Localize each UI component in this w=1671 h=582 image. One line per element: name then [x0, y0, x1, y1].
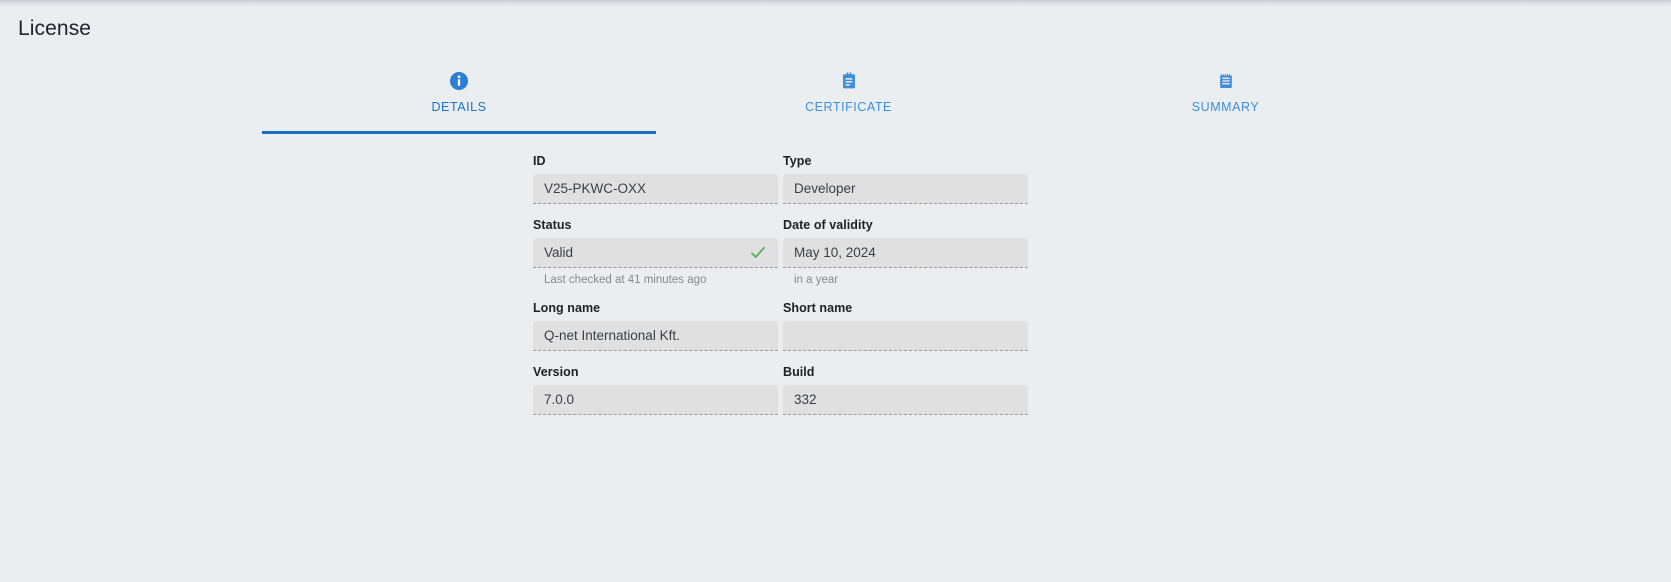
field-long-name: Long name Q-net International Kft. [533, 301, 778, 365]
field-status-help: Last checked at 41 minutes ago [544, 274, 707, 286]
check-icon [749, 244, 767, 262]
field-short-name-label: Short name [783, 301, 853, 315]
field-date-of-validity-label: Date of validity [783, 218, 873, 232]
field-short-name-input[interactable] [783, 321, 1028, 351]
active-tab-indicator [262, 131, 656, 134]
field-build-value: 332 [794, 392, 817, 407]
field-long-name-label: Long name [533, 301, 601, 315]
field-version-input[interactable]: 7.0.0 [533, 385, 778, 415]
page-title: License [18, 17, 92, 40]
field-status: Status Valid Last checked at 41 minutes … [533, 218, 778, 301]
field-version-value: 7.0.0 [544, 392, 575, 407]
field-id: ID V25-PKWC-OXX [533, 154, 778, 218]
field-type: Type Developer [783, 154, 1028, 218]
field-build-input[interactable]: 332 [783, 385, 1028, 415]
field-build: Build 332 [783, 365, 1028, 429]
field-id-value: V25-PKWC-OXX [544, 181, 647, 196]
note-list-icon [1216, 70, 1236, 92]
tab-summary-label: SUMMARY [1191, 100, 1260, 114]
tab-details-label: DETAILS [431, 100, 487, 114]
field-version: Version 7.0.0 [533, 365, 778, 429]
field-type-label: Type [783, 154, 812, 168]
form-row-names: Long name Q-net International Kft. Short… [533, 301, 1133, 365]
tab-certificate[interactable]: CERTIFICATE [656, 62, 1041, 134]
field-status-label: Status [533, 218, 572, 232]
field-date-of-validity-input[interactable]: May 10, 2024 [783, 238, 1028, 268]
field-version-label: Version [533, 365, 579, 379]
tab-certificate-label: CERTIFICATE [805, 100, 892, 114]
form-row-version-build: Version 7.0.0 Build 332 [533, 365, 1133, 429]
field-long-name-input[interactable]: Q-net International Kft. [533, 321, 778, 351]
field-short-name: Short name [783, 301, 1028, 365]
tab-summary[interactable]: SUMMARY [1041, 62, 1410, 134]
field-type-input[interactable]: Developer [783, 174, 1028, 204]
window-top-edge [0, 0, 1671, 7]
tab-details[interactable]: DETAILS [262, 62, 656, 134]
field-date-of-validity: Date of validity May 10, 2024 in a year [783, 218, 1028, 301]
form-row-status-validity: Status Valid Last checked at 41 minutes … [533, 218, 1133, 301]
field-type-value: Developer [794, 181, 856, 196]
field-date-of-validity-help: in a year [794, 274, 839, 286]
info-circle-icon [449, 70, 469, 92]
tab-bar: DETAILS CERTIFICATE SUMMARY [262, 62, 1410, 134]
field-long-name-value: Q-net International Kft. [544, 328, 680, 343]
clipboard-icon [839, 70, 859, 92]
field-id-input[interactable]: V25-PKWC-OXX [533, 174, 778, 204]
field-id-label: ID [533, 154, 546, 168]
field-date-of-validity-value: May 10, 2024 [794, 245, 876, 260]
field-build-label: Build [783, 365, 815, 379]
form-row-id-type: ID V25-PKWC-OXX Type Developer [533, 154, 1133, 218]
field-status-input[interactable]: Valid [533, 238, 778, 268]
license-details-form: ID V25-PKWC-OXX Type Developer Status Va… [533, 154, 1133, 429]
field-status-value: Valid [544, 245, 574, 260]
